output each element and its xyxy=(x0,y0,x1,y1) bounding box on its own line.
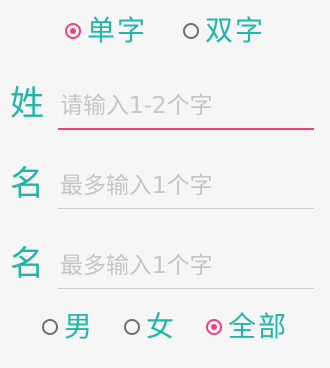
radio-unchecked-icon xyxy=(41,319,58,335)
surname-label: 姓 xyxy=(10,84,44,124)
given-name-1-underline xyxy=(58,208,314,209)
given-name-2-label: 名 xyxy=(10,244,44,284)
gender-radio-group: 男 女 全部 xyxy=(0,310,330,344)
radio-double-char-label: 双字 xyxy=(205,14,266,47)
radio-double-char[interactable]: 双字 xyxy=(183,14,265,48)
radio-checked-icon xyxy=(64,23,81,39)
radio-unchecked-icon xyxy=(183,23,199,39)
radio-single-char[interactable]: 单字 xyxy=(64,14,147,48)
radio-unchecked-icon xyxy=(123,319,140,335)
radio-male[interactable]: 男 xyxy=(41,310,94,344)
given-name-2-underline xyxy=(58,288,314,289)
radio-female[interactable]: 女 xyxy=(123,310,176,344)
radio-checked-icon xyxy=(206,319,222,335)
surname-underline xyxy=(58,128,314,130)
given-name-1-input[interactable] xyxy=(58,166,314,206)
given-name-1-label: 名 xyxy=(10,164,44,204)
surname-input[interactable] xyxy=(58,86,314,126)
given-name-2-field-row: 名 xyxy=(0,244,330,294)
radio-male-label: 男 xyxy=(63,310,94,343)
given-name-1-field-row: 名 xyxy=(0,164,330,214)
radio-female-label: 女 xyxy=(145,310,176,343)
name-length-radio-group: 单字 双字 xyxy=(0,14,330,48)
radio-single-char-label: 单字 xyxy=(86,14,147,47)
radio-all-label: 全部 xyxy=(228,310,289,343)
surname-field-row: 姓 xyxy=(0,84,330,134)
radio-all[interactable]: 全部 xyxy=(206,310,288,344)
given-name-2-input[interactable] xyxy=(58,246,314,286)
